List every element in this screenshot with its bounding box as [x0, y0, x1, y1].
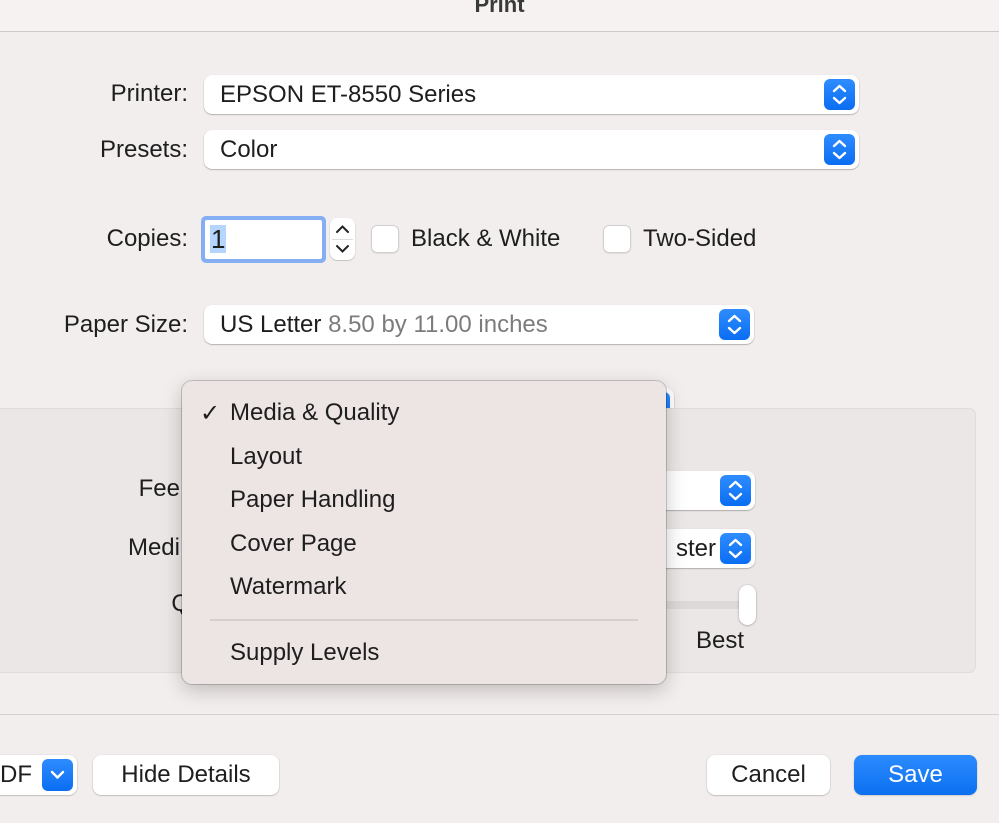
up-down-chevron-icon [720, 475, 751, 506]
printer-value: EPSON ET-8550 Series [220, 81, 477, 108]
quality-best-label: Best [695, 627, 745, 654]
presets-label: Presets: [99, 136, 188, 163]
quality-slider-track[interactable] [660, 601, 750, 609]
black-white-checkbox[interactable] [371, 225, 399, 253]
title-bar: Print [0, 0, 999, 32]
chevron-up-icon[interactable] [335, 224, 350, 234]
pdf-label: DF [0, 761, 32, 788]
stepper-divider [332, 239, 353, 240]
menu-item-media-quality[interactable]: ✓ Media & Quality [182, 393, 666, 433]
feed-label: Fee [138, 475, 180, 502]
printer-label: Printer: [110, 80, 188, 107]
menu-item-paper-handling[interactable]: Paper Handling [182, 480, 666, 520]
copies-stepper[interactable] [330, 218, 355, 260]
chevron-down-icon[interactable] [335, 244, 350, 254]
media-value: ster [676, 535, 717, 562]
two-sided-checkbox[interactable] [603, 225, 631, 253]
copies-value: 1 [210, 224, 227, 254]
copies-field[interactable]: 1 [201, 216, 326, 263]
paper-size-detail: 8.50 by 11.00 inches [328, 311, 548, 338]
window-title: Print [474, 0, 525, 17]
checkmark-icon: ✓ [200, 400, 221, 427]
up-down-chevron-icon [719, 309, 750, 340]
media-label: Medi [127, 534, 180, 561]
up-down-chevron-icon [824, 134, 855, 165]
presets-value: Color [220, 136, 278, 163]
black-white-label: Black & White [411, 225, 561, 252]
copies-label: Copies: [106, 225, 188, 252]
menu-item-supply-levels[interactable]: Supply Levels [182, 633, 666, 673]
two-sided-label: Two-Sided [643, 225, 757, 252]
hide-details-button[interactable]: Hide Details [93, 755, 279, 795]
footer-separator [0, 714, 999, 715]
printer-popup[interactable]: EPSON ET-8550 Series [204, 75, 859, 114]
up-down-chevron-icon [720, 533, 751, 564]
paper-size-popup[interactable]: US Letter 8.50 by 11.00 inches [204, 305, 754, 344]
menu-item-watermark[interactable]: Watermark [182, 567, 666, 607]
section-menu: ✓ Media & Quality Layout Paper Handling … [182, 381, 666, 684]
up-down-chevron-icon [824, 79, 855, 110]
presets-popup[interactable]: Color [204, 130, 859, 169]
quality-slider-knob[interactable] [739, 585, 756, 625]
cancel-button[interactable]: Cancel [707, 755, 830, 795]
pdf-menu-button[interactable]: DF [0, 755, 77, 795]
chevron-down-icon [42, 759, 73, 791]
save-button[interactable]: Save [854, 755, 977, 795]
paper-size-label: Paper Size: [63, 311, 188, 338]
menu-separator [210, 619, 638, 621]
menu-item-cover-page[interactable]: Cover Page [182, 524, 666, 564]
menu-item-layout[interactable]: Layout [182, 437, 666, 477]
paper-size-value: US Letter [220, 311, 322, 338]
